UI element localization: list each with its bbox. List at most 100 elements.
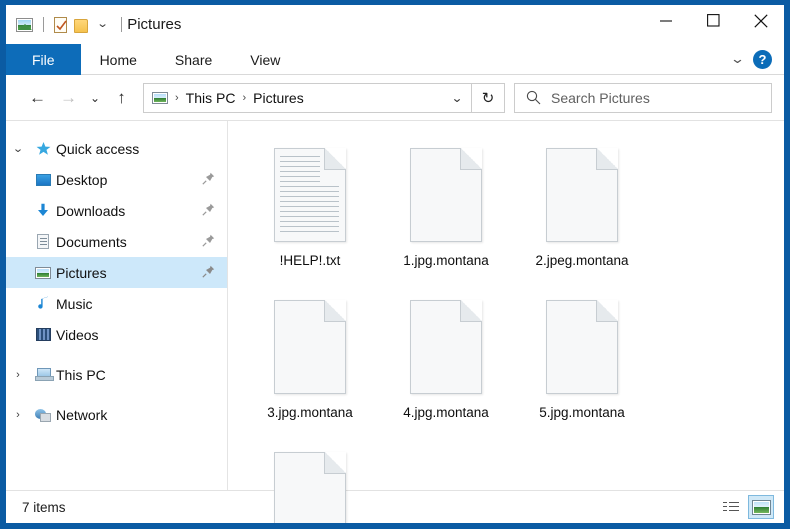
forward-button[interactable]: → — [53, 83, 84, 113]
chevron-down-icon[interactable]: ⌄ — [6, 142, 33, 155]
minimize-icon — [660, 20, 672, 22]
breadcrumb-pictures[interactable]: Pictures — [253, 90, 304, 106]
pictures-icon — [30, 266, 56, 279]
back-button[interactable]: ← — [22, 83, 53, 113]
download-icon — [30, 203, 56, 218]
sidebar-item-downloads[interactable]: Downloads — [6, 195, 227, 226]
file-name: 4.jpg.montana — [403, 405, 489, 420]
doc-lines-top — [280, 156, 320, 182]
chevron-right-icon[interactable]: › — [6, 369, 30, 381]
search-input[interactable]: Search Pictures — [551, 90, 650, 106]
title-bar: ⌄ Pictures — [6, 5, 784, 44]
sidebar-item-label: Documents — [56, 233, 127, 250]
help-button[interactable]: ? — [753, 49, 772, 69]
sidebar-item-network[interactable]: › Network — [6, 399, 227, 430]
text-document-icon — [274, 148, 346, 242]
tab-view[interactable]: View — [231, 44, 299, 75]
documents-icon — [30, 234, 56, 249]
file-icon-wrap — [546, 141, 618, 249]
sidebar-item-desktop[interactable]: Desktop — [6, 164, 227, 195]
up-button[interactable]: ↑ — [106, 83, 137, 113]
pictures-folder-icon[interactable] — [16, 17, 33, 32]
file-grid: !HELP!.txt 1.jpg.montana 2.jpeg.montana … — [242, 135, 784, 523]
refresh-button[interactable]: ↻ — [472, 82, 505, 113]
network-icon — [30, 408, 56, 422]
properties-icon[interactable] — [54, 16, 67, 33]
pin-icon[interactable] — [202, 265, 215, 281]
doc-lines — [280, 186, 339, 234]
file-item[interactable]: 6.jpg.montana — [242, 439, 378, 523]
download-glyph — [38, 203, 48, 216]
tab-file[interactable]: File — [6, 44, 81, 75]
sidebar-item-label: Desktop — [56, 171, 108, 188]
sidebar-item-music[interactable]: Music — [6, 288, 227, 319]
sidebar-item-documents[interactable]: Documents — [6, 226, 227, 257]
file-icon-wrap — [274, 141, 346, 249]
pin-icon[interactable] — [202, 172, 215, 188]
sidebar-item-videos[interactable]: Videos — [6, 319, 227, 350]
file-icon-wrap — [546, 293, 618, 401]
sidebar-item-pictures[interactable]: Pictures — [6, 257, 227, 288]
file-item[interactable]: 1.jpg.montana — [378, 135, 514, 287]
desktop-icon — [30, 173, 56, 186]
pin-icon[interactable] — [202, 203, 215, 219]
close-icon — [753, 13, 768, 28]
file-name: 2.jpeg.montana — [535, 253, 629, 268]
file-icon-wrap — [274, 293, 346, 401]
pin-glyph — [202, 172, 215, 185]
maximize-icon — [707, 14, 720, 27]
this-pc-icon — [30, 368, 56, 381]
explorer-window: ⌄ Pictures File Home Share View ⌄ ? ← → … — [0, 0, 790, 529]
file-name: 3.jpg.montana — [267, 405, 353, 420]
file-list-view[interactable]: !HELP!.txt 1.jpg.montana 2.jpeg.montana … — [228, 121, 784, 523]
pin-icon[interactable] — [202, 234, 215, 250]
window-title: Pictures — [127, 16, 182, 33]
sidebar-item-label: Pictures — [56, 264, 107, 281]
file-item[interactable]: 3.jpg.montana — [242, 287, 378, 439]
sidebar-item-label: Quick access — [56, 140, 140, 157]
navigation-pane: ⌄ Quick access Desktop Downloads Documen… — [6, 121, 228, 490]
file-name: 5.jpg.montana — [539, 405, 625, 420]
pictures-icon — [152, 91, 168, 104]
explorer-body: sh.com ⌄ Quick access Desktop — [6, 121, 784, 523]
expand-ribbon-chevron-icon[interactable]: ⌄ — [730, 51, 745, 67]
tab-share[interactable]: Share — [156, 44, 231, 75]
blank-document-icon — [546, 148, 618, 242]
item-count: 7 items — [22, 499, 66, 515]
window-inner: ⌄ Pictures File Home Share View ⌄ ? ← → … — [6, 5, 784, 523]
recent-locations-chevron-icon[interactable]: ⌄ — [84, 83, 106, 113]
star-icon — [30, 141, 56, 156]
qat-separator-2 — [121, 17, 123, 32]
sidebar-item-quick-access[interactable]: ⌄ Quick access — [6, 133, 227, 164]
doc-fold-icon — [324, 148, 346, 170]
blank-document-icon — [274, 300, 346, 394]
blank-document-icon — [546, 300, 618, 394]
sidebar-item-label: Network — [56, 406, 108, 423]
file-item[interactable]: 2.jpeg.montana — [514, 135, 650, 287]
close-button[interactable] — [737, 5, 784, 36]
file-name: !HELP!.txt — [279, 253, 341, 268]
file-item[interactable]: !HELP!.txt — [242, 135, 378, 287]
address-dropdown-chevron-icon[interactable]: ⌄ — [440, 84, 474, 112]
file-item[interactable]: 5.jpg.montana — [514, 287, 650, 439]
search-box[interactable]: Search Pictures — [514, 82, 772, 113]
file-icon-wrap — [274, 445, 346, 523]
chevron-right-icon[interactable]: › — [6, 409, 30, 421]
sidebar-item-label: Videos — [56, 326, 99, 343]
customize-qat-chevron[interactable]: ⌄ — [91, 19, 114, 30]
qat-separator — [43, 17, 44, 32]
breadcrumb-this-pc[interactable]: This PC — [186, 90, 236, 106]
tab-home[interactable]: Home — [81, 44, 156, 75]
sidebar-item-label: Music — [56, 295, 93, 312]
videos-icon — [30, 328, 56, 341]
file-item[interactable]: 4.jpg.montana — [378, 287, 514, 439]
sidebar-item-this-pc[interactable]: › This PC — [6, 359, 227, 390]
address-bar[interactable]: › This PC › Pictures ⌄ — [143, 82, 474, 113]
new-folder-icon[interactable] — [74, 18, 88, 33]
doc-fold-icon — [596, 148, 618, 170]
maximize-button[interactable] — [690, 5, 737, 36]
music-note-glyph — [37, 296, 48, 309]
minimize-button[interactable] — [643, 5, 690, 36]
doc-fold-icon — [324, 300, 346, 322]
doc-fold-icon — [460, 300, 482, 322]
